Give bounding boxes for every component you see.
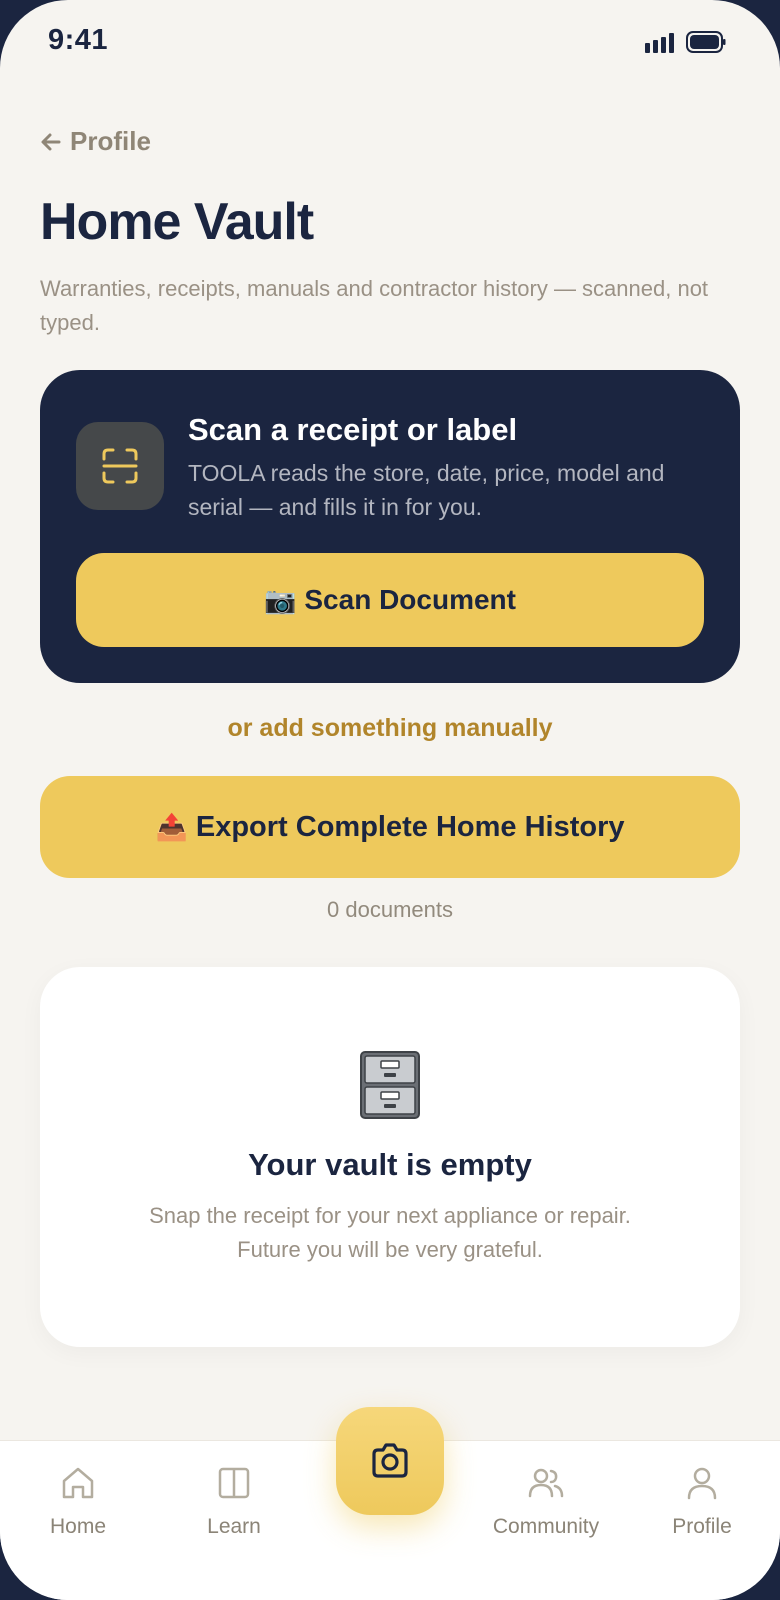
tab-learn[interactable]: Learn	[164, 1463, 304, 1539]
export-history-label: Export Complete Home History	[195, 810, 625, 843]
scan-frame-icon	[102, 448, 138, 484]
camera-fab-button[interactable]	[336, 1407, 444, 1515]
tab-community[interactable]: Community	[476, 1463, 616, 1539]
scan-document-button[interactable]: 📷 Scan Document	[76, 553, 704, 647]
back-label: Profile	[70, 126, 151, 156]
tab-home-label: Home	[49, 1515, 107, 1538]
status-bar: 9:41	[0, 0, 780, 90]
signal-icon	[645, 33, 674, 53]
empty-state-line-2: Future you will be very grateful.	[237, 1237, 543, 1262]
scan-icon-box	[76, 422, 164, 510]
export-history-button[interactable]: 📤 Export Complete Home History	[40, 776, 740, 878]
arrow-left-icon	[41, 133, 61, 150]
page-title: Home Vault	[40, 193, 314, 251]
empty-state-card: Your vault is empty Snap the receipt for…	[40, 967, 740, 1347]
camera-emoji-icon: 📷	[264, 584, 297, 615]
file-cabinet-icon	[360, 1051, 420, 1119]
add-manually-link[interactable]: or add something manually	[0, 714, 780, 743]
tab-home[interactable]: Home	[8, 1463, 148, 1539]
phone-screen: 9:41 Profile Home Vault Warranties, rece…	[0, 0, 780, 1600]
empty-state-description: Snap the receipt for your next appliance…	[40, 1199, 740, 1267]
status-time: 9:41	[48, 24, 109, 56]
scan-card: Scan a receipt or label TOOLA reads the …	[40, 370, 740, 683]
battery-icon	[686, 31, 726, 53]
scan-document-label: Scan Document	[304, 584, 516, 615]
empty-state-line-1: Snap the receipt for your next appliance…	[149, 1203, 631, 1228]
scan-card-title: Scan a receipt or label	[188, 412, 518, 447]
tab-profile[interactable]: Profile	[632, 1463, 772, 1539]
book-icon	[218, 1467, 250, 1499]
tab-learn-label: Learn	[207, 1515, 261, 1538]
document-count: 0 documents	[327, 897, 453, 922]
people-icon	[528, 1468, 564, 1498]
empty-state-title: Your vault is empty	[248, 1147, 532, 1182]
back-button[interactable]: Profile	[40, 126, 151, 157]
home-icon	[62, 1467, 94, 1499]
tab-profile-label: Profile	[672, 1515, 732, 1538]
camera-icon	[372, 1443, 408, 1478]
page-subtitle: Warranties, receipts, manuals and contra…	[40, 276, 709, 335]
tab-community-label: Community	[492, 1515, 600, 1538]
person-icon	[687, 1467, 717, 1500]
scan-card-description: TOOLA reads the store, date, price, mode…	[188, 460, 665, 520]
outbox-emoji-icon: 📤	[155, 811, 188, 842]
